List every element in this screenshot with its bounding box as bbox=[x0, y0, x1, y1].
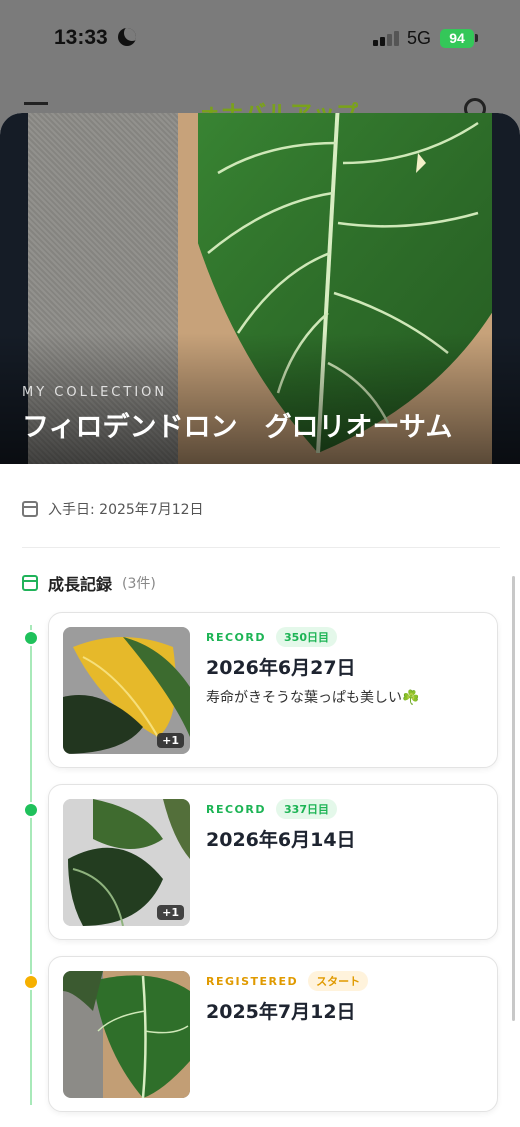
record-photo[interactable] bbox=[63, 971, 190, 1098]
acquired-date-row: 入手日: 2025年7月12日 bbox=[22, 498, 204, 520]
start-pill: スタート bbox=[308, 971, 369, 991]
timeline-dot bbox=[23, 630, 39, 646]
timeline-dot bbox=[23, 802, 39, 818]
calendar-icon bbox=[22, 575, 38, 591]
record-label: RECORD bbox=[206, 630, 267, 644]
record-date: 2026年6月14日 bbox=[206, 829, 356, 851]
record-badges: RECORD 337日目 bbox=[206, 799, 337, 819]
calendar-icon bbox=[22, 501, 38, 517]
record-label: RECORD bbox=[206, 802, 267, 816]
acquired-date: 入手日: 2025年7月12日 bbox=[48, 502, 204, 518]
day-count-pill: 350日目 bbox=[276, 627, 337, 647]
record-count: (3件) bbox=[122, 576, 156, 592]
record-date: 2026年6月27日 bbox=[206, 657, 356, 679]
record-label: REGISTERED bbox=[206, 974, 299, 988]
record-card[interactable]: +1 RECORD 337日目 2026年6月14日 bbox=[48, 784, 498, 940]
record-note: 寿命がきそうな葉っぱも美しい☘️ bbox=[206, 690, 420, 706]
record-badges: RECORD 350日目 bbox=[206, 627, 337, 647]
battery-icon: 94 bbox=[440, 29, 474, 48]
record-card[interactable]: +1 RECORD 350日目 2026年6月27日 寿命がきそうな葉っぱも美し… bbox=[48, 612, 498, 768]
record-badges: REGISTERED スタート bbox=[206, 971, 369, 991]
day-count-pill: 337日目 bbox=[276, 799, 337, 819]
timeline-dot bbox=[23, 974, 39, 990]
moon-icon bbox=[118, 28, 136, 46]
growth-section-header: 成長記録 (3件) bbox=[22, 571, 156, 595]
record-date: 2025年7月12日 bbox=[206, 1001, 356, 1023]
network-type: 5G bbox=[407, 28, 432, 48]
record-photo[interactable]: +1 bbox=[63, 627, 190, 754]
record-card[interactable]: REGISTERED スタート 2025年7月12日 bbox=[48, 956, 498, 1112]
photo-count-badge: +1 bbox=[157, 733, 184, 748]
scrollbar[interactable] bbox=[512, 576, 515, 1021]
signal-icon bbox=[373, 30, 399, 46]
status-bar: 13:33 5G 94 bbox=[0, 0, 520, 80]
collection-eyebrow: MY COLLECTION bbox=[22, 385, 168, 400]
status-time: 13:33 bbox=[54, 26, 108, 49]
hero-image: MY COLLECTION フィロデンドロン グロリオーサム bbox=[0, 113, 520, 464]
record-photo[interactable]: +1 bbox=[63, 799, 190, 926]
divider bbox=[22, 547, 500, 548]
photo-count-badge: +1 bbox=[157, 905, 184, 920]
section-title: 成長記録 bbox=[48, 575, 113, 594]
timeline-line bbox=[30, 625, 32, 1105]
battery-nub bbox=[475, 34, 478, 42]
plant-title: フィロデンドロン グロリオーサム bbox=[22, 412, 453, 443]
